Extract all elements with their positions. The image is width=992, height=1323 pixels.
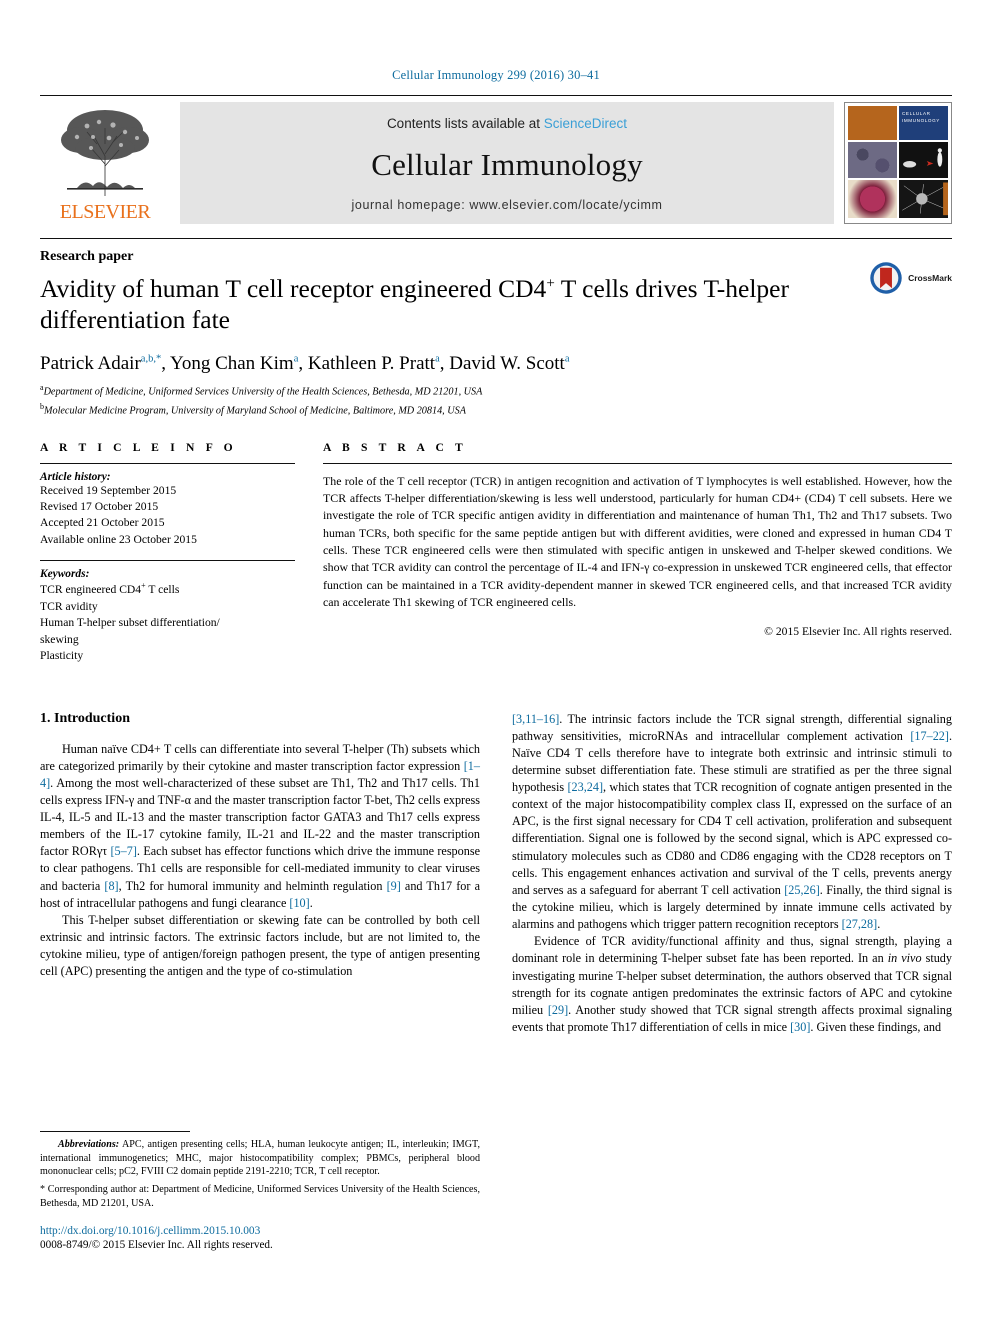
info-abstract-row: A R T I C L E I N F O Article history: R…: [40, 441, 952, 665]
contents-prefix: Contents lists available at: [386, 116, 544, 131]
intro-paragraph-1: Human naïve CD4+ T cells can differentia…: [40, 741, 480, 912]
cover-tile-micrograph-3: [848, 142, 897, 179]
citation-link[interactable]: [3,11–16]: [512, 712, 559, 726]
affiliation-line: aDepartment of Medicine, Uniformed Servi…: [40, 382, 952, 400]
journal-title: Cellular Immunology: [371, 146, 643, 182]
title-superscript-plus: +: [546, 275, 555, 292]
elsevier-logo: ELSEVIER: [40, 102, 170, 224]
contents-available-line: Contents lists available at ScienceDirec…: [387, 116, 627, 131]
footnote-block: Abbreviations: APC, antigen presenting c…: [40, 1130, 480, 1251]
right-p1-a: . The intrinsic factors include the TCR …: [512, 711, 952, 743]
citation-link[interactable]: [30]: [790, 1020, 810, 1034]
title-part-1: Avidity of human T cell receptor enginee…: [40, 274, 547, 303]
right-p1-e: .: [877, 917, 881, 932]
right-p2-d: . Given these findings, and: [810, 1020, 942, 1035]
footnote-divider: [40, 1130, 190, 1132]
corresponding-author-footnote: * Corresponding author at: Department of…: [40, 1184, 480, 1209]
body-column-right: [3,11–16]. The intrinsic factors include…: [512, 711, 952, 1251]
citation-link[interactable]: [8]: [104, 879, 118, 893]
abstract-column: A B S T R A C T The role of the T cell r…: [323, 441, 952, 665]
history-accepted: Accepted 21 October 2015: [40, 516, 165, 530]
article-info-heading: A R T I C L E I N F O: [40, 440, 237, 454]
citation-link[interactable]: [27,28]: [842, 917, 878, 931]
author-affil-mark: a: [564, 353, 570, 365]
abbreviations-label: Abbreviations:: [58, 1138, 120, 1150]
citation-link[interactable]: [23,24]: [567, 780, 603, 794]
keyword-item: TCR avidity: [40, 599, 98, 613]
keyword-item: Human T-helper subset differentiation/: [40, 616, 220, 630]
cover-tile-micrograph-5: [899, 180, 948, 218]
crossmark-badge[interactable]: CrossMark: [869, 261, 952, 295]
title-part-3: differentiation fate: [40, 304, 230, 334]
section-heading-introduction: 1. Introduction: [40, 710, 130, 726]
article-history-label: Article history:: [40, 470, 111, 483]
abstract-copyright: © 2015 Elsevier Inc. All rights reserved…: [764, 624, 952, 638]
cover-title-text: CELLULAR IMMUNOLOGY: [902, 111, 940, 123]
citation-link[interactable]: [29]: [548, 1003, 568, 1017]
citation-link[interactable]: [9]: [387, 879, 401, 893]
body-column-left: 1. Introduction Human naïve CD4+ T cells…: [40, 711, 480, 1251]
elsevier-tree-icon: [61, 110, 149, 196]
page-title: Avidity of human T cell receptor enginee…: [40, 274, 830, 335]
intro-paragraph-4: Evidence of TCR avidity/functional affin…: [512, 933, 952, 1036]
author-list: Patrick Adaira,b,*, Yong Chan Kima, Kath…: [40, 353, 570, 375]
intro-paragraph-3: [3,11–16]. The intrinsic factors include…: [512, 711, 952, 934]
history-received: Received 19 September 2015: [40, 483, 177, 497]
keyword-item: skewing: [40, 632, 79, 646]
history-online: Available online 23 October 2015: [40, 532, 197, 546]
journal-cover-thumbnail: CELLULAR IMMUNOLOGY: [844, 102, 952, 224]
cover-tile-title-panel: CELLULAR IMMUNOLOGY: [899, 106, 948, 140]
affiliation-text: Department of Medicine, Uniformed Servic…: [43, 386, 483, 398]
keyword-item: Plasticity: [40, 649, 84, 663]
right-p1-c: , which states that TCR recognition of c…: [512, 780, 952, 897]
cover-tile-micrograph-4: [848, 180, 897, 218]
author-affil-mark: a,b,*: [140, 353, 162, 365]
keyword-item: TCR engineered CD4+ T cells: [40, 581, 180, 597]
body-columns: 1. Introduction Human naïve CD4+ T cells…: [40, 711, 952, 1251]
journal-band: Contents lists available at ScienceDirec…: [180, 102, 834, 224]
keywords-label: Keywords:: [40, 568, 90, 581]
intro-paragraph-2: This T-helper subset differentiation or …: [40, 912, 480, 979]
issn-copyright-line: 0008-8749/© 2015 Elsevier Inc. All right…: [40, 1238, 273, 1251]
cover-tile-micrograph-1: [848, 106, 897, 140]
title-block: Research paper Avidity of human T cell r…: [40, 238, 952, 419]
author-affil-mark: a: [293, 353, 299, 365]
running-head: Cellular Immunology 299 (2016) 30–41: [392, 68, 600, 82]
author-name: Yong Chan Kim: [170, 353, 294, 375]
crossmark-icon: [870, 262, 902, 294]
history-revised: Revised 17 October 2015: [40, 500, 159, 514]
affiliation-text: Molecular Medicine Program, University o…: [44, 405, 466, 417]
intro-p1-d: , Th2 for humoral immunity and helminth …: [118, 878, 387, 893]
abstract-heading: A B S T R A C T: [323, 440, 467, 454]
intro-p1-f: .: [309, 895, 313, 910]
author-name: David W. Scott: [449, 353, 565, 375]
author-name: Kathleen P. Pratt: [307, 353, 436, 375]
doi-block: http://dx.doi.org/10.1016/j.cellimm.2015…: [40, 1225, 480, 1251]
doi-link[interactable]: http://dx.doi.org/10.1016/j.cellimm.2015…: [40, 1225, 480, 1237]
article-type-kicker: Research paper: [40, 249, 134, 264]
author-name: Patrick Adair: [40, 353, 141, 375]
abbreviations-footnote: Abbreviations: APC, antigen presenting c…: [40, 1138, 480, 1179]
cover-tile-mouse-to-human-diagram: [899, 142, 948, 179]
journal-homepage-link[interactable]: journal homepage: www.elsevier.com/locat…: [352, 198, 663, 212]
citation-link[interactable]: [5–7]: [111, 844, 137, 858]
affiliation-line: bMolecular Medicine Program, University …: [40, 401, 952, 419]
intro-p1-a: Human naïve CD4+ T cells can differentia…: [40, 741, 480, 773]
abstract-text: The role of the T cell receptor (TCR) in…: [323, 473, 952, 610]
right-p2-italic: in vivo: [887, 951, 922, 966]
paper-page: Cellular Immunology 299 (2016) 30–41 ELS…: [0, 0, 992, 1323]
crossmark-label: CrossMark: [908, 273, 952, 283]
journal-masthead: ELSEVIER Contents lists available at Sci…: [40, 95, 952, 224]
citation-link[interactable]: [10]: [289, 896, 309, 910]
citation-link[interactable]: [17–22]: [910, 729, 949, 743]
article-info-column: A R T I C L E I N F O Article history: R…: [40, 441, 295, 665]
author-affil-mark: a: [435, 353, 440, 365]
elsevier-wordmark: ELSEVIER: [59, 201, 151, 223]
citation-link[interactable]: [25,26]: [784, 883, 820, 897]
right-p2-a: Evidence of TCR avidity/functional affin…: [512, 934, 952, 966]
title-part-2: T cells drives T-helper: [554, 274, 789, 303]
sciencedirect-link[interactable]: ScienceDirect: [544, 116, 627, 131]
